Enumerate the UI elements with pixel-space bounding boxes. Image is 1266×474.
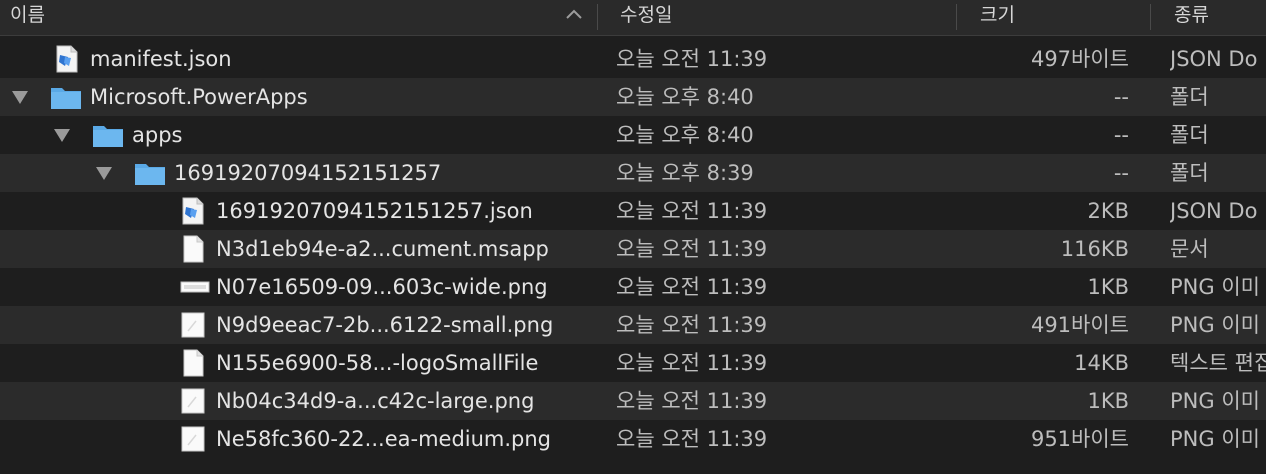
file-kind: PNG 이미 xyxy=(1170,275,1260,299)
file-kind: JSON Do xyxy=(1170,199,1258,223)
file-row[interactable]: 16919207094152151257.json 오늘 오전 11:39 2KB J… xyxy=(0,192,1266,230)
modified-date: 오늘 오후 8:40 xyxy=(616,85,754,109)
file-size: -- xyxy=(1113,161,1129,185)
file-name: 16919207094152151257.json xyxy=(216,199,533,223)
file-name: N155e6900-58...-logoSmallFile xyxy=(216,351,539,375)
modified-date: 오늘 오전 11:39 xyxy=(616,275,768,299)
file-name: Nb04c34d9-a...c42c-large.png xyxy=(216,389,535,413)
file-row[interactable]: N07e16509-09...603c-wide.png 오늘 오전 11:39 1… xyxy=(0,268,1266,306)
column-divider[interactable] xyxy=(597,4,598,30)
column-header-size[interactable]: 크기 xyxy=(980,0,1145,35)
file-size: 491바이트 xyxy=(1030,313,1129,337)
file-name: N3d1eb94e-a2...cument.msapp xyxy=(216,237,549,261)
modified-date: 오늘 오전 11:39 xyxy=(616,237,768,261)
file-kind: 텍스트 편집 xyxy=(1170,351,1266,375)
file-name: manifest.json xyxy=(90,47,232,71)
folder-icon xyxy=(134,159,165,187)
modified-date: 오늘 오전 11:39 xyxy=(616,47,768,71)
file-kind: 폴더 xyxy=(1170,123,1209,147)
image-file-icon xyxy=(180,387,206,415)
file-row[interactable]: Ne58fc360-22...ea-medium.png 오늘 오전 11:39 9… xyxy=(0,420,1266,458)
wide-image-icon xyxy=(180,273,210,301)
file-size: 1KB xyxy=(1087,275,1129,299)
file-size: 116KB xyxy=(1060,237,1129,261)
modified-date: 오늘 오전 11:39 xyxy=(616,199,768,223)
file-row[interactable]: N3d1eb94e-a2...cument.msapp 오늘 오전 11:39 11… xyxy=(0,230,1266,268)
column-kind-label: 종류 xyxy=(1174,4,1209,26)
modified-date: 오늘 오후 8:39 xyxy=(616,161,754,185)
column-modified-label: 수정일 xyxy=(620,4,673,26)
disclosure-triangle-icon[interactable] xyxy=(96,167,112,180)
folder-icon xyxy=(50,83,81,111)
file-kind: 폴더 xyxy=(1170,85,1209,109)
folder-row[interactable]: 16919207094152151257 오늘 오후 8:39 -- 폴더 xyxy=(0,154,1266,192)
modified-date: 오늘 오전 11:39 xyxy=(616,427,768,451)
file-row[interactable]: manifest.json 오늘 오전 11:39 497바이트 JSON Do xyxy=(0,40,1266,78)
file-name: 16919207094152151257 xyxy=(174,161,442,185)
file-size: 2KB xyxy=(1087,199,1129,223)
modified-date: 오늘 오전 11:39 xyxy=(616,351,768,375)
file-kind: PNG 이미 xyxy=(1170,389,1260,413)
column-header: 이름 수정일 크기 종류 xyxy=(0,0,1266,36)
file-size: 951바이트 xyxy=(1030,427,1129,451)
file-kind: 폴더 xyxy=(1170,161,1209,185)
file-name: apps xyxy=(132,123,183,147)
column-divider[interactable] xyxy=(1150,4,1151,30)
column-header-modified[interactable]: 수정일 xyxy=(620,0,950,35)
file-size: 497바이트 xyxy=(1030,47,1129,71)
folder-row[interactable]: Microsoft.PowerApps 오늘 오후 8:40 -- 폴더 xyxy=(0,78,1266,116)
json-file-icon xyxy=(180,197,206,225)
file-size: 14KB xyxy=(1074,351,1129,375)
column-size-label: 크기 xyxy=(980,4,1015,26)
file-name: N07e16509-09...603c-wide.png xyxy=(216,275,548,299)
file-name: Ne58fc360-22...ea-medium.png xyxy=(216,427,552,451)
file-name: Microsoft.PowerApps xyxy=(90,85,308,109)
file-row[interactable]: N9d9eeac7-2b...6122-small.png 오늘 오전 11:39… xyxy=(0,306,1266,344)
column-header-kind[interactable]: 종류 xyxy=(1174,0,1266,35)
file-kind: PNG 이미 xyxy=(1170,427,1260,451)
file-row[interactable]: N155e6900-58...-logoSmallFile 오늘 오전 11:39… xyxy=(0,344,1266,382)
image-file-icon xyxy=(180,425,206,453)
sort-ascending-chevron-icon[interactable] xyxy=(564,5,584,25)
file-kind: 문서 xyxy=(1170,237,1209,261)
finder-list-view: 이름 수정일 크기 종류 manifest.json 오늘 오전 11:39 497… xyxy=(0,0,1266,474)
file-size: -- xyxy=(1113,85,1129,109)
file-row[interactable]: Nb04c34d9-a...c42c-large.png 오늘 오전 11:39 1… xyxy=(0,382,1266,420)
disclosure-triangle-icon[interactable] xyxy=(12,91,28,104)
document-file-icon xyxy=(180,235,206,263)
column-divider[interactable] xyxy=(956,4,957,30)
image-file-icon xyxy=(180,311,206,339)
modified-date: 오늘 오전 11:39 xyxy=(616,389,768,413)
folder-row[interactable]: apps 오늘 오후 8:40 -- 폴더 xyxy=(0,116,1266,154)
document-file-icon xyxy=(180,349,206,377)
file-name: N9d9eeac7-2b...6122-small.png xyxy=(216,313,554,337)
disclosure-triangle-icon[interactable] xyxy=(54,129,70,142)
file-list: manifest.json 오늘 오전 11:39 497바이트 JSON Do Mi… xyxy=(0,40,1266,458)
file-size: -- xyxy=(1113,123,1129,147)
modified-date: 오늘 오전 11:39 xyxy=(616,313,768,337)
column-header-name[interactable]: 이름 xyxy=(10,0,595,35)
file-kind: JSON Do xyxy=(1170,47,1258,71)
json-file-icon xyxy=(54,45,80,73)
file-size: 1KB xyxy=(1087,389,1129,413)
column-name-label: 이름 xyxy=(10,4,45,26)
file-kind: PNG 이미 xyxy=(1170,313,1260,337)
folder-icon xyxy=(92,121,123,149)
modified-date: 오늘 오후 8:40 xyxy=(616,123,754,147)
